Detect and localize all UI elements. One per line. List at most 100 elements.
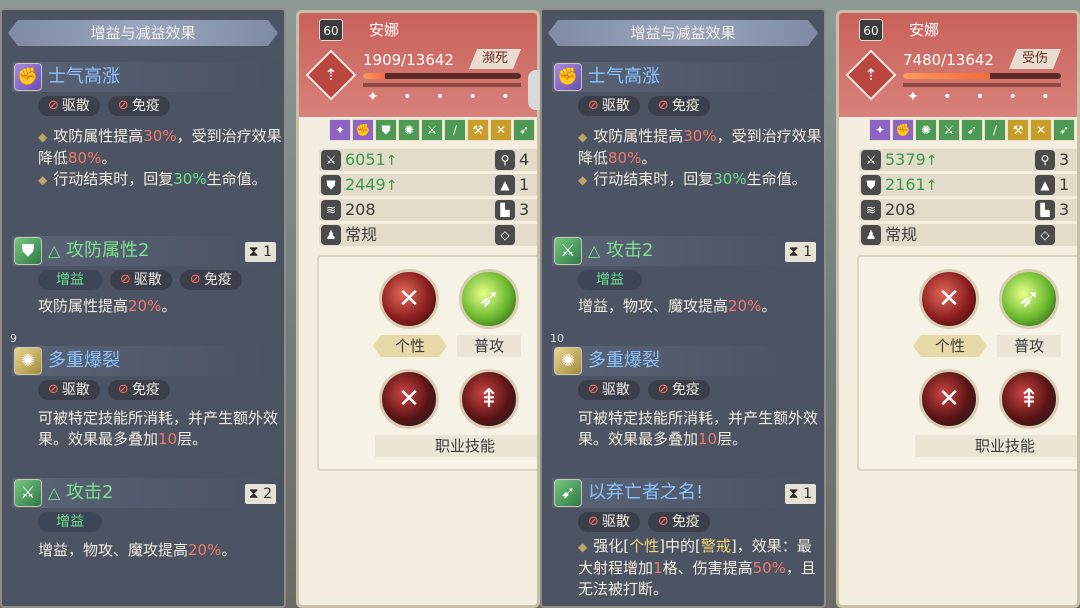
tag-row: ⊘ 驱散 ⊘ 免疫 <box>578 512 710 532</box>
arrow-emblem-icon: ⇡ <box>324 65 338 84</box>
star-rank: ✦ • • • • <box>907 89 1060 105</box>
triangle-up-icon: △ <box>48 483 61 502</box>
level-badge: 60 <box>859 19 883 41</box>
blade-mini-icon[interactable]: / <box>984 119 1006 141</box>
normal-attack-orb[interactable]: ➶ <box>459 269 519 329</box>
arrow-up-icon: ↑ <box>385 178 398 194</box>
sword-icon: ⚔ <box>554 237 582 265</box>
stats-panel: ⚔ 5379↑ ⚲ 3 ⛊ 2161↑ ▲ 1 ≋ 208 ▙ 3 ♟ 常规 ◇ <box>859 149 1077 249</box>
tag-row: 增益 <box>578 270 642 290</box>
stat-type: ♟ 常规 ◇ <box>319 224 537 246</box>
gain-tag: 增益 <box>578 270 642 290</box>
normal-label[interactable]: 普攻 <box>457 335 521 357</box>
move-stat-icon: ◇ <box>495 225 515 245</box>
sword-icon: ⚔ <box>14 479 42 507</box>
class-skill-orb-2[interactable]: ⇞ <box>459 369 519 429</box>
trait-skill-orb[interactable]: ✕ <box>379 269 439 329</box>
buff-name: 多重爆裂 <box>588 350 660 371</box>
trait-skill-orb[interactable]: ✕ <box>919 269 979 329</box>
class-skill-orb-1[interactable]: ✕ <box>919 369 979 429</box>
fist-icon: ✊ <box>14 63 42 91</box>
class-skill-orb-2[interactable]: ⇞ <box>999 369 1059 429</box>
ban-icon: ⊘ <box>120 272 131 287</box>
trait-label[interactable]: 个性 <box>913 335 987 357</box>
sword-stat-icon: ⚔ <box>861 150 881 170</box>
hp-fill <box>903 73 990 79</box>
sword-mini-icon[interactable]: ⚔ <box>938 119 960 141</box>
screen-right: 增益与减益效果 ✊ 士气高涨 ⊘ 驱散 ⊘ 免疫 ◆ 攻防属性提高30%，受到治疗效果… <box>540 0 1080 608</box>
arrows-icon: ➹ <box>554 479 582 507</box>
crossbow-dark-icon: ✕ <box>398 384 420 414</box>
stat-type: ♟ 常规 ◇ <box>859 224 1077 246</box>
dispel-tag: ⊘ 驱散 <box>110 270 172 290</box>
status-badge: 受伤 <box>1009 49 1061 69</box>
sword-mini-icon[interactable]: ⚔ <box>421 119 443 141</box>
desc-line: ◆ 攻防属性提高30%，受到治疗效果降低80%。 <box>578 127 822 167</box>
class-skill-label: 职业技能 <box>375 435 537 457</box>
fist-mini-icon[interactable]: ✊ <box>892 119 914 141</box>
burst-mini-icon[interactable]: ✺ <box>398 119 420 141</box>
axe-mini-icon[interactable]: ⚒ <box>1007 119 1029 141</box>
blade-mini-icon[interactable]: / <box>444 119 466 141</box>
arrows-mini-icon[interactable]: ➹ <box>961 119 983 141</box>
character-card-right[interactable]: 60 安娜 ⇡ 7480/13642 受伤 ✦ • • • • ✦ ✊ ✺ ⚔ … <box>836 10 1080 608</box>
tag-row: ⊘ 驱散 ⊘ 免疫 <box>578 380 710 400</box>
buff-title-row: ⚔ △ 攻击2 ⧗ 1 <box>552 236 822 266</box>
buff-desc: 可被特定技能所消耗，并产生额外效果。效果最多叠加10层。 <box>38 409 279 448</box>
buff-panel-left[interactable]: 增益与减益效果 ✊ 士气高涨 ⊘ 驱散 ⊘ 免疫 ◆ 攻防属性提高30%，受到治疗效果… <box>0 8 286 608</box>
status-badge: 濒死 <box>469 49 521 69</box>
stat-value-right: 1 <box>1059 175 1070 194</box>
buff-title-row: ✺ 多重爆裂 <box>552 346 822 376</box>
ban-icon: ⊘ <box>117 98 129 113</box>
immune-tag: ⊘ 免疫 <box>107 380 170 400</box>
axe-mini-icon[interactable]: ⚒ <box>467 119 489 141</box>
star-rank: ✦ • • • • <box>367 89 520 105</box>
arrow-up-icon: ↑ <box>925 153 938 169</box>
tools-mini-icon[interactable]: ✕ <box>490 119 512 141</box>
bow-mini-icon[interactable]: ➶ <box>513 119 535 141</box>
stat-speed: ≋ 208 ▙ 3 <box>319 199 537 221</box>
immune-tag: ⊘ 免疫 <box>107 96 170 116</box>
card-header: 60 安娜 ⇡ 7480/13642 受伤 ✦ • • • • <box>839 13 1077 117</box>
buff-title-row: ➹ 以弃亡者之名! ⧗ 1 <box>552 478 822 508</box>
dispel-tag: ⊘ 驱散 <box>578 512 640 532</box>
gain-tag: 增益 <box>38 512 102 532</box>
hp-bar <box>363 73 521 79</box>
burst-mini-icon[interactable]: ✺ <box>915 119 937 141</box>
desc-line: ◆ 行动结束时，回复30%生命值。 <box>38 170 267 188</box>
tag-row: 增益 <box>38 512 102 532</box>
burst-icon: ✺ <box>14 347 42 375</box>
energy-bar <box>363 83 521 87</box>
gain-tag: 增益 <box>38 270 102 290</box>
stat-value: 2161↑ <box>885 175 938 194</box>
tag-row: ⊘ 驱散 ⊘ 免疫 <box>578 96 710 116</box>
figure-stat-icon: ♟ <box>861 225 881 245</box>
character-name: 安娜 <box>909 21 940 39</box>
stat-value: 常规 <box>885 225 918 244</box>
arrow-burst-icon: ➶ <box>478 284 500 314</box>
stat-value: 5379↑ <box>885 150 938 169</box>
character-card-left[interactable]: 60 安娜 ⇡ 1909/13642 濒死 ✦ • • • • ✦ ✊ ⛊ ✺ … <box>296 10 540 608</box>
move-stat-icon: ◇ <box>1035 225 1055 245</box>
class-skill-label: 职业技能 <box>915 435 1077 457</box>
sword-stat-icon: ⚔ <box>321 150 341 170</box>
fist-mini-icon[interactable]: ✊ <box>352 119 374 141</box>
wand-stat-icon: ⚲ <box>1035 150 1055 170</box>
buff-mini-icon[interactable]: ✦ <box>869 119 891 141</box>
bow-mini-icon[interactable]: ➶ <box>1053 119 1075 141</box>
stack-count: 9 <box>10 332 17 345</box>
trait-label[interactable]: 个性 <box>373 335 447 357</box>
normal-attack-orb[interactable]: ➶ <box>999 269 1059 329</box>
stat-value: 208 <box>345 200 376 219</box>
immune-tag: ⊘ 免疫 <box>647 96 710 116</box>
immune-tag: ⊘ 免疫 <box>179 270 242 290</box>
tools-mini-icon[interactable]: ✕ <box>1030 119 1052 141</box>
shield-mini-icon[interactable]: ⛊ <box>375 119 397 141</box>
normal-label[interactable]: 普攻 <box>997 335 1061 357</box>
buff-panel-right[interactable]: 增益与减益效果 ✊ 士气高涨 ⊘ 驱散 ⊘ 免疫 ◆ 攻防属性提高30%，受到治疗效果… <box>540 8 826 608</box>
buff-mini-icon[interactable]: ✦ <box>329 119 351 141</box>
class-skill-orb-1[interactable]: ✕ <box>379 369 439 429</box>
diamond-icon: ◆ <box>578 130 588 144</box>
energy-bar <box>903 83 1061 87</box>
ban-icon: ⊘ <box>588 514 599 529</box>
